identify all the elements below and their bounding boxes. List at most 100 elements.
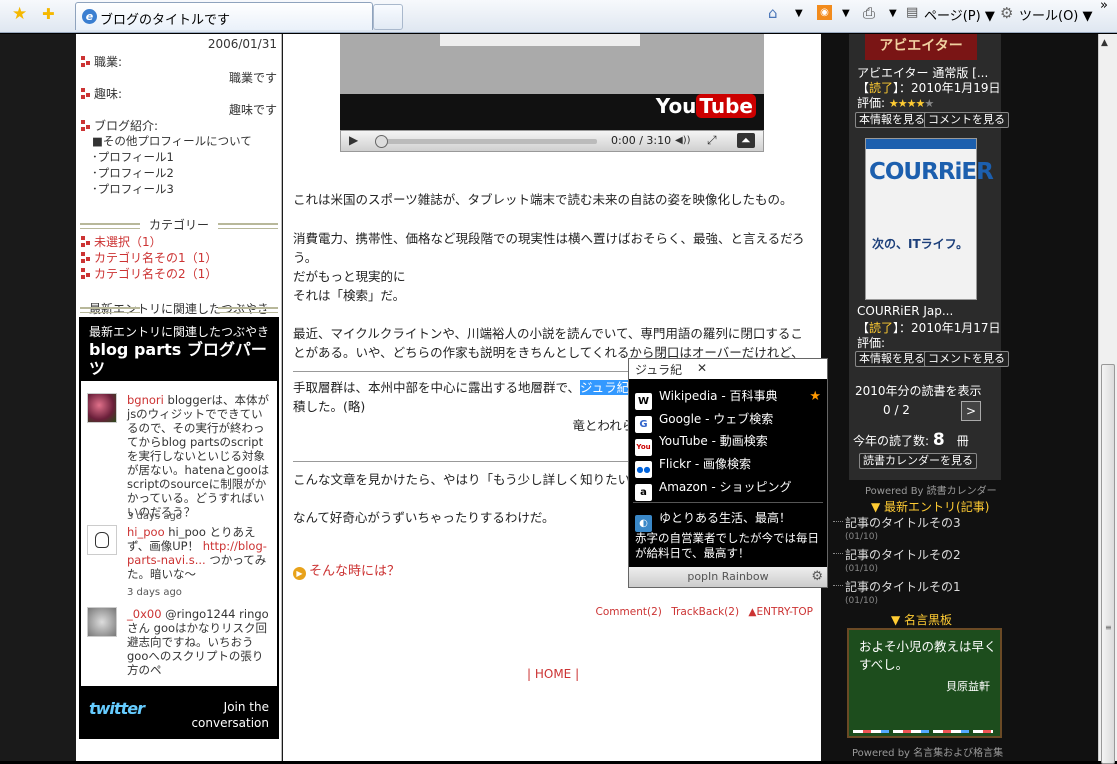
home-icon[interactable]: ⌂	[768, 5, 778, 21]
settings-gear-icon[interactable]: ⚙	[811, 569, 823, 584]
entry-footer: Comment(2) TrackBack(2) ▲ENTRY-TOP	[590, 606, 813, 618]
right-sidebar: アビエイター アビエイター 通常版 [... 【読了】：2010年1月19日 評…	[821, 34, 1098, 761]
time-display: 0:00 / 3:10	[611, 134, 672, 147]
year-read-count: 今年の読了数: 8 冊	[853, 430, 969, 450]
print-dropdown[interactable]: ▼	[889, 8, 897, 19]
book-title[interactable]: COURRiER Jap...	[857, 304, 953, 318]
tweet-list[interactable]: bgnori bloggerは、本体がjsのウィジットでできているので、その実行…	[81, 381, 277, 686]
recent-entry-link[interactable]: 記事のタイトルその2	[845, 546, 961, 563]
close-icon[interactable]: ✕	[697, 361, 707, 375]
tweet-text: bgnori bloggerは、本体がjsのウィジットでできているので、その実行…	[127, 393, 270, 519]
tweet-text: _0x00 @ringo1244 ringoさん gooはかなりリスク回避志向で…	[127, 607, 269, 677]
book-info-button[interactable]: 本情報を見る	[855, 112, 929, 128]
profile-link-other[interactable]: ■その他プロフィールについて	[92, 133, 252, 149]
tweet-user[interactable]: _0x00	[127, 607, 162, 621]
tweet-user[interactable]: hi_poo	[127, 525, 165, 539]
trackback-link[interactable]: TrackBack(2)	[671, 606, 739, 618]
popup-related-text[interactable]: 赤字の自営業者でしたが今では毎日が給料日で、最高す！	[635, 531, 825, 561]
recent-entry-date: (01/10)	[845, 596, 878, 606]
player-controls: ▶ 0:00 / 3:10 ◀)) ⤢ ⏶	[340, 130, 764, 152]
new-tab-button[interactable]	[373, 4, 403, 30]
feed-dropdown[interactable]: ▼	[842, 8, 850, 19]
print-icon[interactable]: ⎙	[863, 5, 875, 21]
twitter-widget-header: 最新エントリに関連したつぶやき blog parts ブログパーツ	[79, 317, 279, 379]
avatar[interactable]	[87, 525, 117, 555]
more-link[interactable]: ▶ そんな時には？	[293, 560, 400, 580]
profile-link-3[interactable]: ･プロフィール3	[92, 181, 174, 197]
show-year-link[interactable]: 2010年分の読書を表示	[855, 382, 982, 399]
popup-header: ジュラ紀 ✕	[629, 359, 827, 379]
popup-related-title[interactable]: ◐ ゆとりある生活、最高！	[635, 509, 791, 532]
avatar[interactable]	[87, 607, 117, 637]
comment-link[interactable]: Comment(2)	[596, 606, 662, 618]
next-page-button[interactable]: >	[961, 401, 981, 421]
powered-by-quotes[interactable]: Powered by 名言集および格言集	[852, 744, 1003, 759]
list-bullet	[833, 553, 843, 554]
recent-entry-link[interactable]: 記事のタイトルその1	[845, 578, 961, 595]
home-link[interactable]: | HOME |	[527, 667, 579, 681]
tab-title: ブログのタイトルです	[100, 13, 231, 28]
book-comment-button[interactable]: コメントを見る	[924, 112, 1009, 128]
popup-item-youtube[interactable]: You YouTube - 動画検索	[635, 432, 768, 456]
volume-icon[interactable]: ◀))	[675, 135, 691, 146]
article-paragraph: それは「検索」だ。	[293, 288, 406, 303]
youtube-player[interactable]: You Tube ▶ 0:00 / 3:10 ◀)) ⤢ ⏶	[340, 34, 764, 152]
book-info-button[interactable]: 本情報を見る	[855, 351, 929, 367]
scroll-thumb[interactable]: ≡	[1101, 364, 1115, 764]
tweet-text: hi_poo hi_poo とりあえず、画像UP！ http://blog-pa…	[127, 525, 267, 581]
profile-link-2[interactable]: ･プロフィール2	[92, 165, 174, 181]
menu-icon[interactable]: ⏶	[737, 133, 755, 148]
reading-calendar-button[interactable]: 読書カレンダーを見る	[859, 453, 977, 469]
powered-by-reading[interactable]: Powered By 読書カレンダー	[865, 482, 997, 497]
book-cover[interactable]: COURRiER 次の、ITライフ。	[865, 138, 994, 300]
cover-title: COURRiER	[869, 159, 994, 185]
tweet-user[interactable]: bgnori	[127, 393, 164, 407]
tools-menu[interactable]: ツール(O) ▼	[1019, 5, 1093, 24]
quote-author: 貝原益軒	[946, 680, 990, 693]
widget-title: 最新エントリに関連したつぶやき	[89, 325, 270, 339]
selected-text[interactable]: ジュラ紀	[580, 380, 630, 395]
page-menu[interactable]: ページ(P) ▼	[924, 5, 995, 24]
quote-blackboard: およそ小児の教えは早くすべし。 貝原益軒	[847, 628, 1002, 738]
list-bullet	[833, 585, 843, 586]
video-image	[440, 34, 640, 46]
recent-entry-link[interactable]: 記事のタイトルその3	[845, 514, 961, 531]
profile-link-1[interactable]: ･プロフィール1	[92, 149, 174, 165]
toolbar-overflow[interactable]: »	[1100, 0, 1108, 13]
vertical-scrollbar[interactable]: ▲ ≡	[1098, 34, 1117, 764]
book-cover[interactable]: アビエイター	[865, 34, 977, 60]
popin-brand[interactable]: popIn Rainbow	[687, 570, 768, 583]
scroll-grip-icon: ≡	[1105, 623, 1112, 632]
entry-top-link[interactable]: ▲ENTRY-TOP	[748, 606, 813, 618]
add-favorites-icon[interactable]: ✚	[42, 6, 55, 23]
category-item[interactable]: 未選択（1）	[80, 233, 162, 250]
tweet-item: _0x00 @ringo1244 ringoさん gooはかなりリスク回避志向で…	[81, 607, 277, 686]
play-icon[interactable]: ▶	[349, 133, 358, 147]
fullscreen-icon[interactable]: ⤢	[707, 133, 717, 148]
popup-item-flickr[interactable]: ●● Flickr - 画像検索	[635, 455, 751, 478]
popup-item-amazon[interactable]: a Amazon - ショッピング	[635, 478, 791, 501]
seek-bar[interactable]	[377, 139, 597, 144]
join-conversation-link[interactable]: Join the conversation	[179, 699, 269, 731]
web-page: 2006/01/31 職業: 職業です 趣味: 趣味です ブログ紹介: ■その他…	[0, 34, 1098, 761]
popup-item-google[interactable]: G Google - ウェブ検索	[635, 410, 773, 433]
book-comment-button[interactable]: コメントを見る	[924, 351, 1009, 367]
browser-tab[interactable]: e ブログのタイトルです	[75, 2, 373, 30]
popin-rainbow-popup: ジュラ紀 ✕ ★ W Wikipedia - 百科事典 G Google - ウェブ…	[628, 358, 828, 588]
seek-handle[interactable]	[375, 135, 388, 148]
category-item[interactable]: カテゴリ名その1（1）	[80, 249, 217, 266]
avatar[interactable]	[87, 393, 117, 423]
star-icon[interactable]: ★	[809, 389, 821, 404]
feed-icon[interactable]: ◉	[817, 5, 832, 20]
tweet-time: 3 days ago	[127, 587, 182, 598]
favorites-star-icon[interactable]: ★	[12, 6, 27, 23]
quote-text: およそ小児の教えは早くすべし。	[859, 639, 997, 672]
scroll-up-arrow[interactable]: ▲	[1101, 38, 1108, 48]
list-bullet	[833, 521, 843, 522]
home-dropdown[interactable]: ▼	[795, 8, 803, 19]
category-item[interactable]: カテゴリ名その2（1）	[80, 265, 217, 282]
flickr-icon: ●●	[635, 461, 652, 478]
twitter-logo[interactable]: twitter	[89, 699, 145, 718]
pager-count: 0 / 2	[883, 403, 910, 417]
popup-item-wikipedia[interactable]: W Wikipedia - 百科事典	[635, 387, 777, 410]
